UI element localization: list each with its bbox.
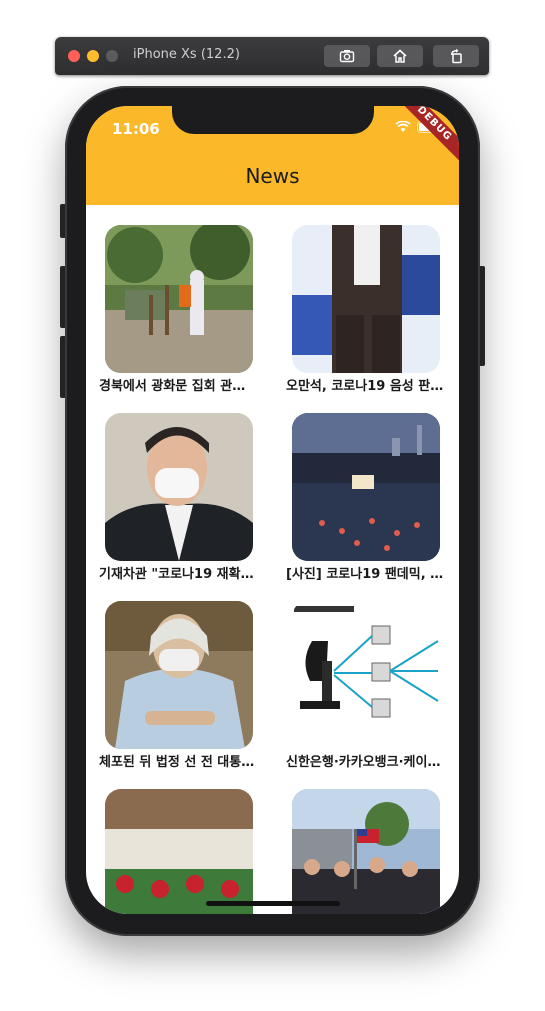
drive-in-cinema-photo (292, 413, 440, 561)
news-thumbnail[interactable] (292, 413, 440, 561)
news-card[interactable]: [사진] 코로나19 팬데믹, 드... (286, 413, 446, 582)
news-thumbnail[interactable] (105, 225, 253, 373)
rotate-icon (451, 48, 462, 64)
simulator-title: iPhone Xs (12.2) (133, 47, 240, 62)
news-card[interactable]: 신한은행·카카오뱅크·케이뱅... (286, 601, 446, 770)
home-button[interactable] (377, 45, 423, 67)
close-window-button[interactable] (68, 50, 80, 62)
courtroom-sketch-image (105, 601, 253, 749)
press-event-photo (292, 225, 440, 373)
news-thumbnail[interactable] (105, 601, 253, 749)
ddos-diagram-image (292, 601, 440, 749)
news-card[interactable]: 경북에서 광화문 집회 관련... (99, 225, 259, 394)
news-card[interactable]: 오만석, 코로나19 음성 판정... (286, 225, 446, 394)
news-card[interactable]: 체포된 뒤 법정 선 전 대통령... (99, 601, 259, 770)
protest-crowd-photo (292, 789, 440, 914)
market-produce-photo (105, 789, 253, 914)
simulator-toolbar: iPhone Xs (12.2) (55, 37, 489, 75)
news-thumbnail[interactable] (292, 789, 440, 914)
news-caption[interactable]: 오만석, 코로나19 음성 판정... (286, 375, 444, 394)
minimize-window-button[interactable] (87, 50, 99, 62)
app-bar: 11:06 DEBUG News (86, 106, 459, 205)
news-caption[interactable]: [사진] 코로나19 팬데믹, 드... (286, 563, 444, 582)
news-caption[interactable]: 기재차관 "코로나19 재확산... (99, 563, 257, 582)
notch (172, 106, 374, 134)
news-grid[interactable]: 경북에서 광화문 집회 관련... 오만석, 코로나19 음성 판정... 기재… (86, 205, 459, 914)
news-thumbnail[interactable] (292, 225, 440, 373)
news-thumbnail[interactable] (105, 789, 253, 914)
page-title: News (245, 164, 300, 188)
news-caption[interactable]: 체포된 뒤 법정 선 전 대통령... (99, 751, 257, 770)
news-card[interactable]: 기재차관 "코로나19 재확산... (99, 413, 259, 582)
disinfection-photo (105, 225, 253, 373)
official-portrait-photo (105, 413, 253, 561)
home-icon (393, 49, 407, 63)
debug-banner: DEBUG (389, 106, 459, 169)
news-caption[interactable]: 신한은행·카카오뱅크·케이뱅... (286, 751, 444, 770)
news-card[interactable] (286, 789, 446, 914)
status-time: 11:06 (112, 120, 160, 138)
screenshot-button[interactable] (324, 45, 370, 67)
news-thumbnail[interactable] (292, 601, 440, 749)
news-caption[interactable]: 경북에서 광화문 집회 관련... (99, 375, 257, 394)
camera-icon (339, 50, 355, 63)
rotate-button[interactable] (433, 45, 479, 67)
news-card[interactable] (99, 789, 259, 914)
zoom-window-button[interactable] (106, 50, 118, 62)
phone-screen: 11:06 DEBUG News 경북에서 광화문 집회 관련... 오만석, … (86, 106, 459, 914)
wifi-icon (395, 121, 411, 132)
home-indicator[interactable] (206, 901, 340, 906)
news-thumbnail[interactable] (105, 413, 253, 561)
